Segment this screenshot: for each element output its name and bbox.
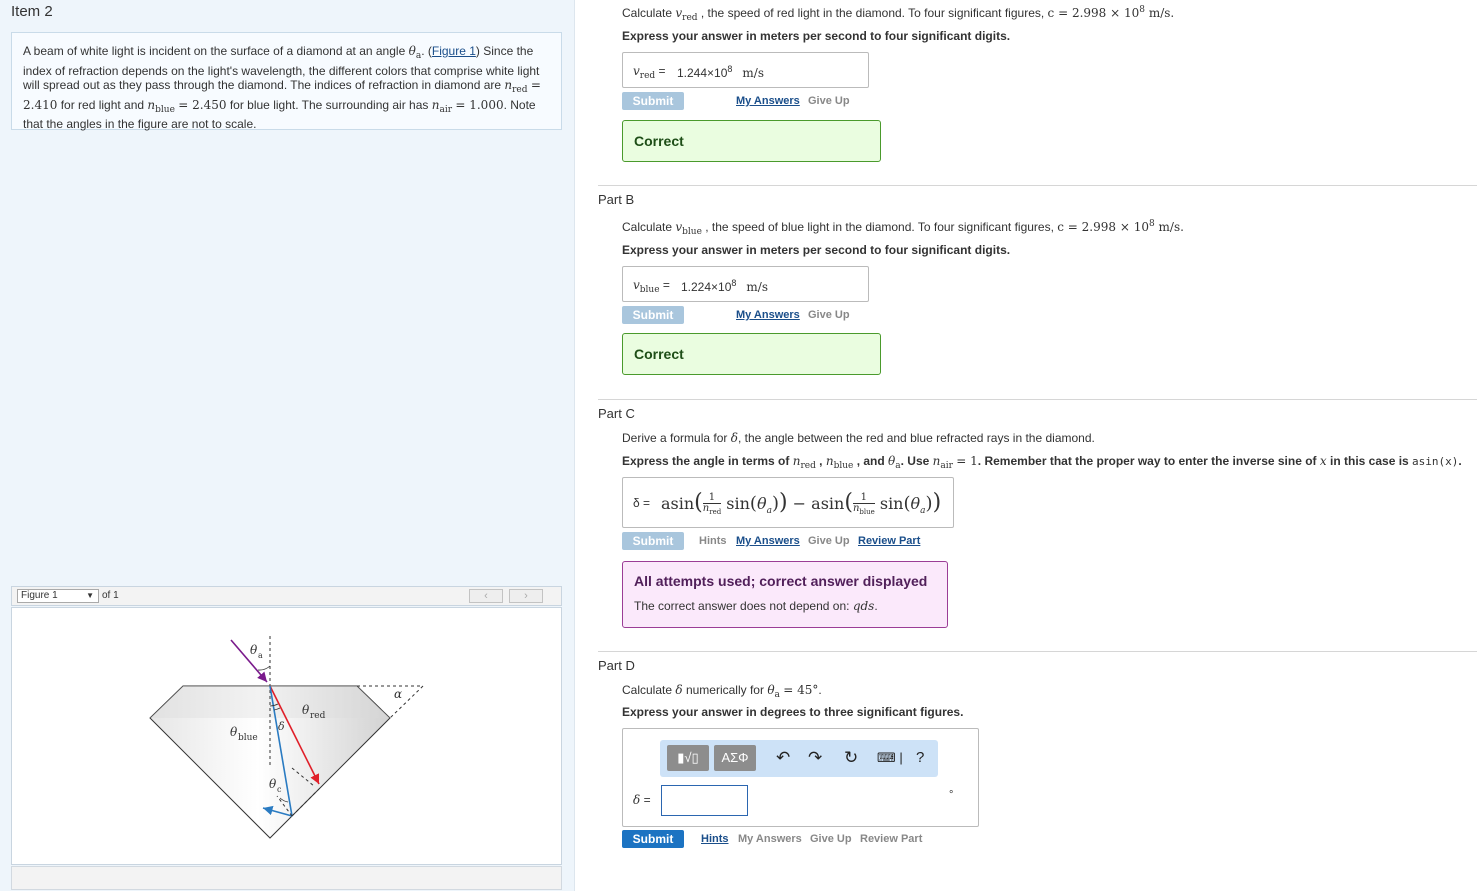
partC-answer-box: δ = asin(1 nred sin(θa)) − asin(1 nblue si… [622,477,954,528]
figure-select[interactable]: Figure 1 ▼ [17,589,99,603]
partA-give-up-link[interactable]: Give Up [808,95,850,107]
partD-instructions: Express your answer in degrees to three … [622,705,964,719]
figure-footer [11,866,562,890]
partD-my-answers-link[interactable]: My Answers [738,833,802,845]
partA-submit-button[interactable]: Submit [622,92,684,110]
svg-text:c: c [277,785,282,794]
partD-question: Calculate δ numerically for θa = 45°. [622,683,822,700]
figure-frame: θ a θ red θ blue δ θ c α [11,607,562,865]
partC-hints-link[interactable]: Hints [699,535,727,547]
templates-icon: ▮√▯ [677,750,699,765]
partB-title: Part B [598,192,635,207]
svg-text:θ: θ [302,703,310,717]
partD-submit-button[interactable]: Submit [622,830,684,848]
svg-text:θ: θ [230,725,238,739]
keyboard-icon[interactable]: ⌨ | [877,748,903,768]
partA-feedback: Correct [622,120,881,162]
partC-attempts-notice: All attempts used; correct answer displa… [622,561,948,628]
partC-my-answers-link[interactable]: My Answers [736,535,800,547]
partC-give-up-link[interactable]: Give Up [808,535,850,547]
svg-text:blue: blue [238,733,258,743]
diamond-figure: θ a θ red θ blue δ θ c α [149,636,425,839]
partB-feedback: Correct [622,333,881,375]
partD-answer-label: δ = [633,793,651,807]
chevron-left-icon: ‹ [484,590,488,602]
partC-formula: asin(1 nred sin(θa)) − asin(1 nblue sin(θa… [661,490,942,517]
redo-icon[interactable]: ↷ [808,748,822,768]
partB-submit-button[interactable]: Submit [622,306,684,324]
partB-give-up-link[interactable]: Give Up [808,309,850,321]
svg-text:δ: δ [278,720,285,733]
partA-my-answers-link[interactable]: My Answers [736,95,800,107]
right-panel: Calculate vred , the speed of red light … [576,0,1477,891]
svg-text:red: red [310,711,326,721]
svg-text:θ: θ [269,777,277,791]
greek-symbols-button[interactable]: ΑΣΦ [714,745,756,771]
chevron-right-icon: › [524,590,528,602]
partD-title: Part D [598,658,635,673]
math-toolbar: ▮√▯ ΑΣΦ ↶ ↷ ↻ ⌨ | ? [660,740,938,777]
partC-question: Derive a formula for δ, the angle betwee… [622,431,1095,445]
templates-button[interactable]: ▮√▯ [667,745,709,771]
reset-icon[interactable]: ↻ [844,748,858,768]
partB-question: Calculate vblue , the speed of blue ligh… [622,219,1184,237]
svg-text:a: a [258,651,263,660]
help-button[interactable]: ? [916,748,924,768]
partC-review-link[interactable]: Review Part [858,535,920,547]
item-title: Item 2 [11,3,53,20]
partC-submit-button[interactable]: Submit [622,532,684,550]
undo-icon[interactable]: ↶ [776,748,790,768]
partA-answer-box: vred = 1.244×108 m/s [622,52,869,88]
partA-answer-value: 1.244×10 [677,66,728,80]
degree-unit: ° [949,789,954,801]
partB-my-answers-link[interactable]: My Answers [736,309,800,321]
figure-link[interactable]: Figure 1 [432,44,476,58]
partD-answer-input[interactable] [661,785,748,816]
partA-instructions: Express your answer in meters per second… [622,29,1011,43]
dropdown-arrow-icon: ▼ [86,591,94,600]
partB-answer-value: 1.224×10 [681,280,732,294]
partD-hints-link[interactable]: Hints [701,833,729,845]
partD-give-up-link[interactable]: Give Up [810,833,852,845]
next-figure-button[interactable]: › [509,589,543,603]
partA-question: Calculate vred , the speed of red light … [622,5,1175,23]
left-panel: Item 2 A beam of white light is incident… [0,0,575,891]
partD-review-link[interactable]: Review Part [860,833,922,845]
partC-title: Part C [598,406,635,421]
incident-ray [230,639,268,683]
partB-instructions: Express your answer in meters per second… [622,243,1011,257]
svg-text:α: α [394,687,402,701]
partC-instructions: Express the angle in terms of nred , nbl… [622,454,1462,471]
svg-text:θ: θ [250,643,258,657]
partD-answer-box: ▮√▯ ΑΣΦ ↶ ↷ ↻ ⌨ | ? δ = ° [622,728,979,827]
figure-count: of 1 [102,590,119,601]
prev-figure-button[interactable]: ‹ [469,589,503,603]
intro-text: A beam of white light is incident on the… [23,44,409,58]
figure-toolbar: Figure 1 ▼ of 1 ‹ › [11,586,562,606]
partB-answer-box: vblue = 1.224×108 m/s [622,266,869,302]
problem-intro: A beam of white light is incident on the… [11,32,562,131]
